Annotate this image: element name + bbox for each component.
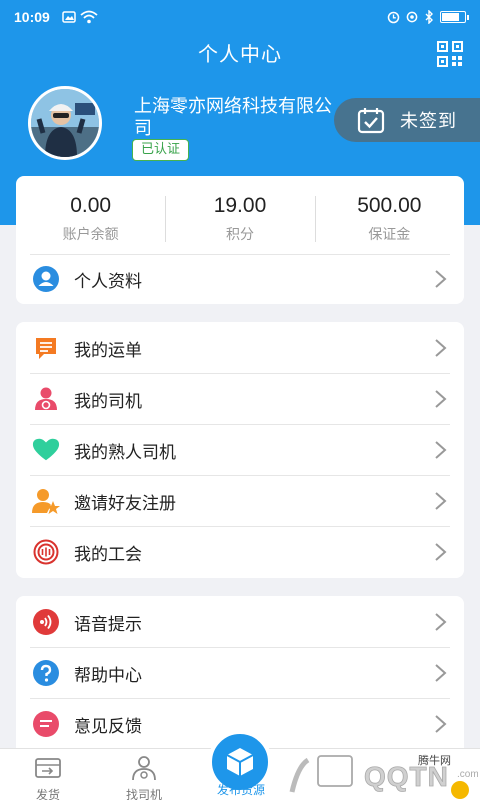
menu-item-help-center[interactable]: 帮助中心 — [16, 648, 464, 698]
invite-friend-icon — [32, 487, 60, 515]
status-left-icons — [62, 10, 98, 24]
menu-item-voice-prompt[interactable]: 语音提示 — [16, 597, 464, 647]
waybill-icon — [32, 334, 60, 362]
stat-points-label: 积分 — [225, 227, 254, 243]
chevron-right-icon — [435, 339, 447, 357]
account-stats-card: 0.00 账户余额 19.00 积分 500.00 保证金 个人资料 — [16, 176, 464, 304]
chevron-right-icon — [435, 613, 447, 631]
ship-goods-icon — [35, 758, 61, 778]
chevron-right-icon — [435, 664, 447, 682]
menu-item-label: 我的工会 — [74, 544, 142, 565]
watermark-text: 腾牛网 — [418, 754, 451, 767]
menu-item-my-drivers[interactable]: 我的司机 — [16, 374, 464, 424]
stat-deposit-value: 500.00 — [357, 194, 422, 217]
voice-icon — [32, 608, 60, 636]
wifi-icon — [80, 10, 98, 24]
nav-find-driver[interactable]: 找司机 — [114, 755, 174, 800]
image-icon — [62, 11, 76, 23]
help-icon — [32, 659, 60, 687]
page-title: 个人中心 — [198, 42, 282, 66]
menu-item-label: 我的熟人司机 — [74, 442, 176, 463]
chevron-right-icon — [435, 270, 447, 288]
person-icon — [32, 265, 60, 293]
sign-in-button[interactable]: 未签到 — [334, 98, 480, 142]
location-icon — [406, 11, 418, 22]
menu-item-waybill[interactable]: 我的运单 — [16, 323, 464, 373]
stat-points[interactable]: 19.00 积分 — [165, 192, 314, 252]
stats-row: 0.00 账户余额 19.00 积分 500.00 保证金 — [16, 192, 464, 252]
stat-points-value: 19.00 — [213, 194, 267, 217]
menu-item-label: 语音提示 — [74, 614, 142, 635]
union-icon — [32, 538, 60, 566]
status-right-icons — [387, 10, 469, 24]
menu-item-profile[interactable]: 个人资料 — [16, 254, 464, 304]
qr-code-icon[interactable] — [436, 40, 464, 68]
menu-item-label: 意见反馈 — [74, 716, 142, 737]
chevron-right-icon — [435, 441, 447, 459]
status-time: 10:09 — [14, 9, 50, 25]
menu-item-label: 我的运单 — [74, 340, 142, 361]
menu-item-label: 我的司机 — [74, 391, 142, 412]
stat-balance[interactable]: 0.00 账户余额 — [16, 192, 165, 252]
battery-level-fill — [442, 13, 459, 21]
find-driver-icon — [132, 756, 156, 781]
nav-ship[interactable]: 发货 — [18, 755, 78, 800]
nav-ship-label: 发货 — [35, 788, 60, 800]
svg-text:.com: .com — [457, 769, 478, 780]
menu-item-label: 邀请好友注册 — [74, 493, 176, 514]
company-name: 上海零亦网络科技有限公司 — [134, 96, 332, 139]
avatar[interactable] — [28, 86, 102, 160]
battery-icon — [440, 11, 469, 23]
feedback-icon — [32, 710, 60, 738]
sign-in-label: 未签到 — [400, 111, 457, 132]
menu-item-familiar-drivers[interactable]: 我的熟人司机 — [16, 425, 464, 475]
avatar-photo-icon — [31, 89, 99, 157]
chevron-right-icon — [435, 390, 447, 408]
alarm-icon — [387, 11, 400, 23]
menu-item-invite-friends[interactable]: 邀请好友注册 — [16, 476, 464, 526]
calendar-check-icon — [357, 108, 385, 134]
chevron-right-icon — [435, 492, 447, 510]
bluetooth-icon — [425, 10, 433, 24]
cube-icon — [226, 748, 254, 776]
chevron-right-icon — [435, 715, 447, 733]
certified-badge: 已认证 — [132, 139, 190, 161]
status-bar: 10:09 — [0, 0, 480, 34]
menu-group-orders: 我的运单 我的司机 我的熟人司机 邀请好友注册 我的工会 — [16, 322, 464, 578]
nav-find-driver-label: 找司机 — [125, 788, 162, 800]
menu-item-union[interactable]: 我的工会 — [16, 527, 464, 577]
menu-item-label: 帮助中心 — [74, 665, 142, 686]
menu-item-label: 个人资料 — [74, 271, 142, 292]
stat-deposit[interactable]: 500.00 保证金 — [314, 192, 464, 252]
heart-icon — [32, 436, 60, 464]
stat-balance-label: 账户余额 — [62, 227, 119, 243]
publish-cargo-label: 发布货源 — [216, 783, 265, 797]
driver-icon — [32, 385, 60, 413]
stat-balance-value: 0.00 — [70, 194, 112, 217]
stat-deposit-label: 保证金 — [368, 227, 411, 243]
chevron-right-icon — [435, 543, 447, 561]
